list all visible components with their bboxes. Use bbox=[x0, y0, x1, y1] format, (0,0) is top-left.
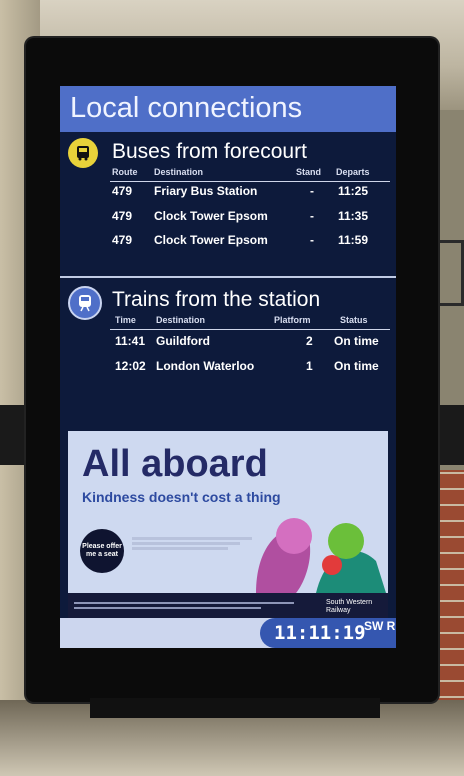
col-time: Time bbox=[115, 315, 136, 325]
section-divider bbox=[60, 276, 396, 278]
train-section-title: Trains from the station bbox=[112, 288, 321, 311]
bus-route: 479 bbox=[112, 233, 133, 247]
bus-section-title: Buses from forecourt bbox=[112, 140, 307, 163]
bus-destination: Clock Tower Epsom bbox=[154, 209, 268, 223]
bus-stand: - bbox=[310, 184, 314, 198]
brand-mark: SW R bbox=[364, 619, 396, 633]
col-route: Route bbox=[112, 167, 138, 177]
bus-route: 479 bbox=[112, 184, 133, 198]
train-row: 12:02 London Waterloo 1 On time bbox=[60, 359, 396, 379]
people-illustration bbox=[256, 518, 386, 593]
departure-screen: Local connections Buses from forecourt R… bbox=[60, 86, 396, 648]
advert-headline: All aboard bbox=[82, 443, 268, 485]
advert-panel: All aboard Kindness doesn't cost a thing… bbox=[68, 431, 388, 631]
col-departs: Departs bbox=[336, 167, 370, 177]
clock-time: 11:11:19 bbox=[274, 622, 366, 644]
bus-row: 479 Friary Bus Station - 11:25 bbox=[60, 184, 396, 204]
advert-body-text bbox=[132, 535, 252, 552]
bus-row: 479 Clock Tower Epsom - 11:59 bbox=[60, 233, 396, 253]
clock-pill: 11:11:19 SW R bbox=[260, 618, 396, 648]
bus-destination: Clock Tower Epsom bbox=[154, 233, 268, 247]
col-destination: Destination bbox=[156, 315, 206, 325]
screen-title: Local connections bbox=[70, 92, 303, 124]
seat-badge: Please offer me a seat bbox=[80, 529, 124, 573]
bus-departs: 11:25 bbox=[338, 184, 369, 198]
bus-departs: 11:59 bbox=[338, 233, 369, 247]
bus-stand: - bbox=[310, 233, 314, 247]
train-time: 12:02 bbox=[115, 359, 146, 373]
bus-destination: Friary Bus Station bbox=[154, 184, 258, 198]
col-stand: Stand bbox=[296, 167, 322, 177]
train-destination: Guildford bbox=[156, 334, 210, 348]
train-time: 11:41 bbox=[115, 334, 146, 348]
bus-row: 479 Clock Tower Epsom - 11:35 bbox=[60, 209, 396, 229]
train-row: 11:41 Guildford 2 On time bbox=[60, 334, 396, 354]
bus-route: 479 bbox=[112, 209, 133, 223]
monitor-mount bbox=[90, 698, 380, 718]
col-platform: Platform bbox=[274, 315, 311, 325]
bus-section-header: Buses from forecourt bbox=[60, 138, 396, 170]
col-status: Status bbox=[340, 315, 368, 325]
train-destination: London Waterloo bbox=[156, 359, 255, 373]
col-destination: Destination bbox=[154, 167, 204, 177]
brand-logo: South Western Railway bbox=[326, 599, 373, 615]
train-status: On time bbox=[334, 334, 379, 348]
bus-stand: - bbox=[310, 209, 314, 223]
train-platform: 2 bbox=[306, 334, 313, 348]
train-column-headers: Time Destination Platform Status bbox=[60, 315, 396, 329]
clock-bar: 11:11:19 SW R bbox=[60, 618, 396, 648]
bus-header-rule bbox=[110, 181, 390, 182]
screen-header: Local connections bbox=[60, 86, 396, 132]
train-header-rule bbox=[110, 329, 390, 330]
train-section-header: Trains from the station bbox=[60, 286, 396, 320]
footer-small-print bbox=[74, 599, 294, 612]
bus-column-headers: Route Destination Stand Departs bbox=[60, 167, 396, 181]
bus-icon bbox=[68, 138, 98, 168]
bus-departs: 11:35 bbox=[338, 209, 369, 223]
train-platform: 1 bbox=[306, 359, 313, 373]
train-status: On time bbox=[334, 359, 379, 373]
